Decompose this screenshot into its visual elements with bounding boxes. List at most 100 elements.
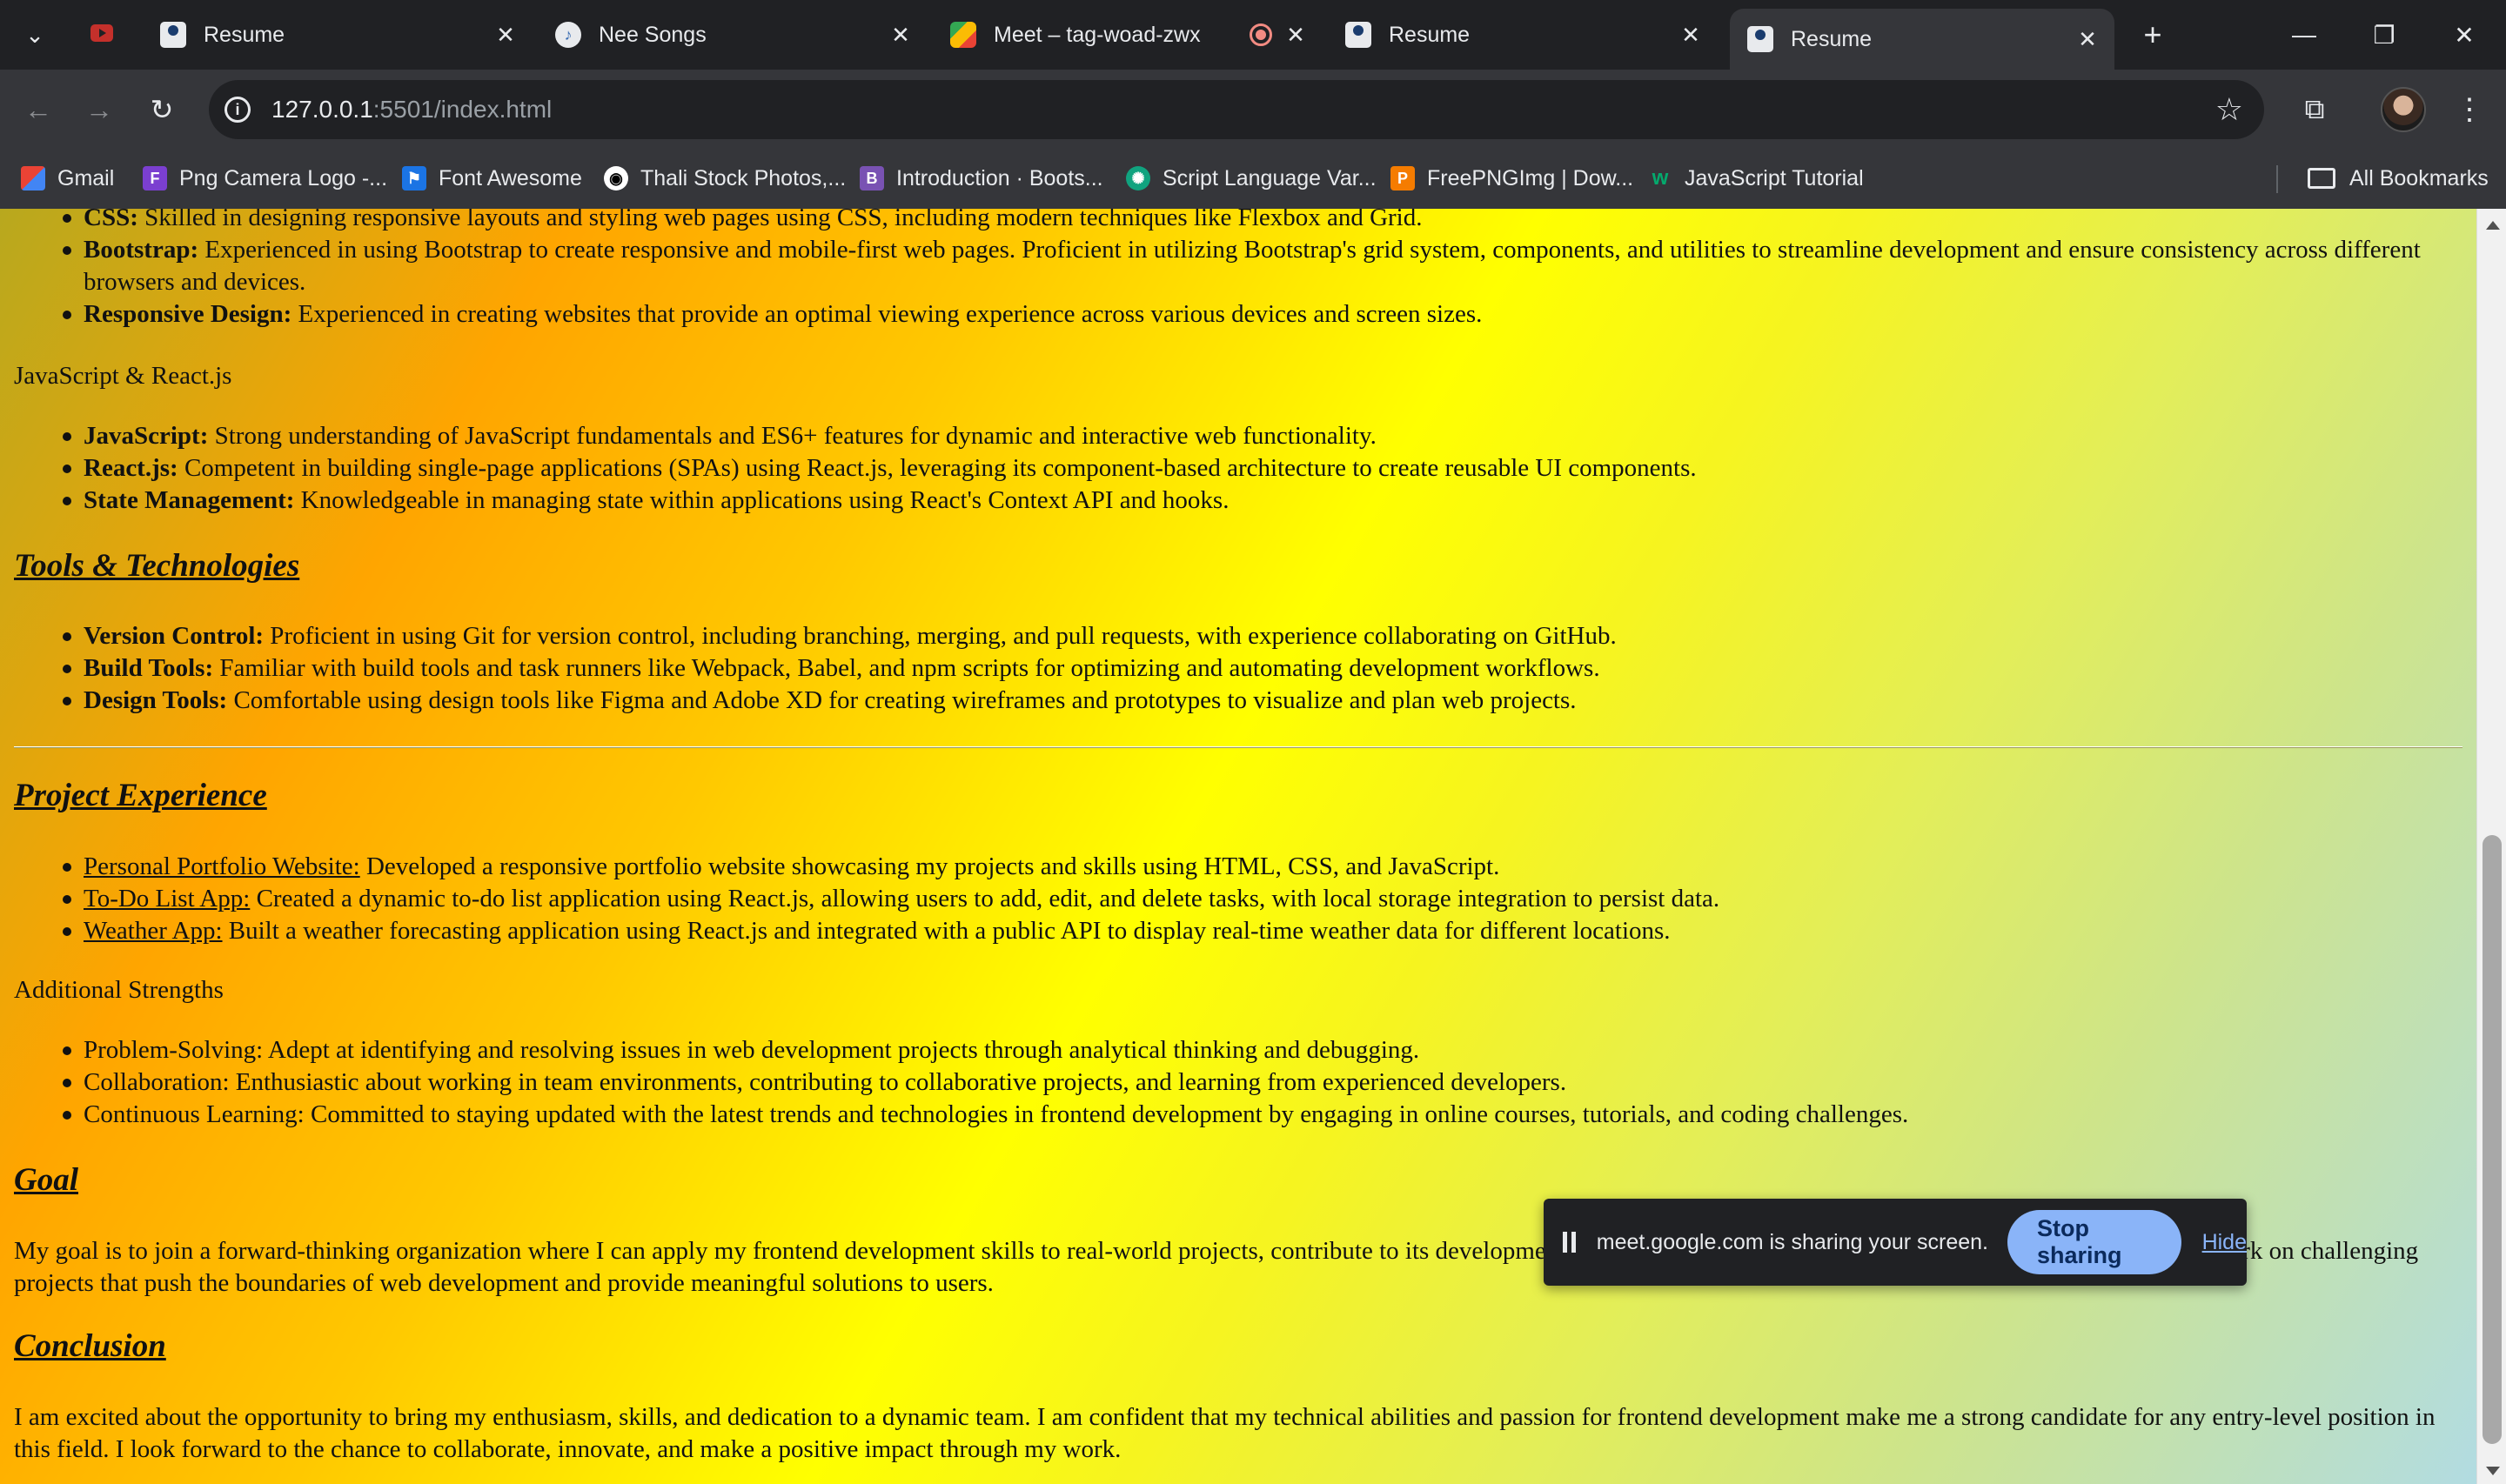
tab-meet[interactable]: Meet – tag-woad-zwx ✕ [933, 9, 1323, 61]
hide-banner-link[interactable]: Hide [2202, 1230, 2247, 1255]
back-button[interactable]: ← [17, 89, 59, 130]
list-item: CSS: Skilled in designing responsive lay… [0, 209, 2476, 234]
openai-icon: ✺ [1126, 166, 1150, 191]
close-window-button[interactable]: ✕ [2436, 12, 2492, 57]
bookmark-label: Introduction · Boots... [896, 165, 1103, 191]
reload-button[interactable]: ↻ [141, 89, 183, 130]
list-item: Weather App: Built a weather forecasting… [0, 915, 1754, 947]
list-item: Design Tools: Comfortable using design t… [0, 685, 1652, 717]
w3schools-icon: w [1652, 166, 1669, 190]
browser-toolbar: ← → ↻ i 127.0.0.1:5501/index.html ☆ ⧉ ⋮ [0, 70, 2506, 148]
new-tab-button[interactable]: + [2134, 17, 2172, 52]
project-heading: Project Experience [14, 778, 267, 813]
project-link-portfolio[interactable]: Personal Portfolio Website: [84, 852, 360, 880]
bookmark-label: Thali Stock Photos,... [640, 165, 847, 191]
strengths-subheading: Additional Strengths [14, 976, 224, 1004]
bookmark-freepngimg[interactable]: P FreePNGImg | Dow... [1390, 148, 1633, 209]
address-bar[interactable]: i 127.0.0.1:5501/index.html ☆ [209, 80, 2264, 139]
stop-sharing-button[interactable]: Stop sharing [2007, 1210, 2181, 1274]
bookmark-png-camera[interactable]: F Png Camera Logo -... [143, 148, 387, 209]
drag-handle-icon[interactable] [1563, 1232, 1576, 1253]
tools-list: Version Control: Proficient in using Git… [0, 620, 1652, 717]
f-logo-icon: F [143, 166, 167, 191]
tab-title: Resume [1389, 22, 1471, 47]
bookmark-bootstrap[interactable]: B Introduction · Boots... [860, 148, 1103, 209]
meet-icon [950, 22, 976, 48]
scroll-up-arrow-icon[interactable] [2486, 221, 2500, 230]
bookmarks-divider [2276, 165, 2278, 193]
bookmark-font-awesome[interactable]: ⚑ Font Awesome [402, 148, 582, 209]
forward-button[interactable]: → [78, 89, 120, 130]
tab-strip: ⌄ Resume ✕ ♪ Nee Songs ✕ Meet – tag-woad… [0, 0, 2506, 70]
restore-button[interactable]: ❐ [2356, 12, 2412, 57]
tab-resume-1[interactable]: Resume ✕ [143, 9, 533, 61]
bookmark-star-icon[interactable]: ☆ [2215, 92, 2243, 127]
tab-search-chevron-icon[interactable]: ⌄ [16, 16, 54, 54]
close-icon[interactable]: ✕ [886, 20, 915, 50]
close-icon[interactable]: ✕ [2073, 24, 2102, 54]
recording-icon [1250, 23, 1272, 46]
list-item: Collaboration: Enthusiastic about workin… [0, 1066, 1943, 1099]
scrollbar-thumb[interactable] [2483, 835, 2502, 1444]
person-icon [160, 22, 186, 48]
folder-icon [2308, 168, 2335, 189]
resume-page: CSS: Skilled in designing responsive lay… [0, 209, 2476, 1484]
css-skills-list: CSS: Skilled in designing responsive lay… [0, 209, 2476, 331]
list-item: React.js: Competent in building single-p… [0, 452, 1732, 485]
project-link-weather[interactable]: Weather App: [84, 917, 223, 945]
list-item: Personal Portfolio Website: Developed a … [0, 851, 1754, 883]
bookmark-label: Png Camera Logo -... [179, 165, 388, 191]
tab-resume-active[interactable]: Resume ✕ [1730, 9, 2114, 70]
freepng-icon: P [1390, 166, 1415, 191]
section-divider [14, 746, 2462, 748]
gmail-icon [21, 166, 45, 191]
all-bookmarks-label: All Bookmarks [2349, 165, 2489, 191]
vertical-scrollbar[interactable] [2476, 209, 2506, 1484]
person-icon [1747, 26, 1773, 52]
list-item: Version Control: Proficient in using Git… [0, 620, 1652, 652]
bookmark-label: Script Language Var... [1163, 165, 1377, 191]
tools-heading: Tools & Technologies [14, 548, 300, 584]
projects-list: Personal Portfolio Website: Developed a … [0, 851, 1754, 947]
close-icon[interactable]: ✕ [1281, 20, 1310, 50]
bookmark-label: Font Awesome [439, 165, 582, 191]
list-item: Responsive Design: Experienced in creati… [0, 298, 2476, 331]
list-item: Build Tools: Familiar with build tools a… [0, 652, 1652, 685]
list-item: To-Do List App: Created a dynamic to-do … [0, 883, 1754, 915]
bookmark-thali[interactable]: ◉ Thali Stock Photos,... [604, 148, 846, 209]
bookmark-javascript-tutorial[interactable]: w JavaScript Tutorial [1648, 148, 1864, 209]
js-subheading: JavaScript & React.js [14, 362, 232, 390]
all-bookmarks[interactable]: All Bookmarks [2308, 148, 2489, 209]
close-icon[interactable]: ✕ [1676, 20, 1705, 50]
list-item: Problem-Solving: Adept at identifying an… [0, 1034, 1943, 1066]
list-item: JavaScript: Strong understanding of Java… [0, 420, 1732, 452]
profile-avatar[interactable] [2381, 87, 2426, 132]
tab-title: Resume [1791, 26, 1873, 51]
list-item: State Management: Knowledgeable in manag… [0, 485, 1732, 517]
bookmark-gmail[interactable]: Gmail [21, 148, 114, 209]
url-text[interactable]: 127.0.0.1:5501/index.html [271, 96, 552, 124]
minimize-button[interactable]: — [2276, 12, 2332, 57]
youtube-pinned-tab-icon[interactable] [90, 24, 113, 42]
bookmark-label: JavaScript Tutorial [1685, 165, 1864, 191]
tab-resume-2[interactable]: Resume ✕ [1328, 9, 1718, 61]
tab-title: Resume [204, 22, 285, 47]
scroll-down-arrow-icon[interactable] [2486, 1467, 2500, 1475]
close-icon[interactable]: ✕ [491, 20, 520, 50]
bookmark-label: Gmail [57, 165, 115, 191]
screen-share-banner: meet.google.com is sharing your screen. … [1544, 1199, 2247, 1286]
site-info-icon[interactable]: i [224, 97, 251, 123]
flag-icon: ⚑ [402, 166, 426, 191]
project-link-todo[interactable]: To-Do List App: [84, 885, 250, 912]
person-icon [1345, 22, 1371, 48]
extensions-puzzle-icon[interactable]: ⧉ [2294, 89, 2335, 130]
js-skills-list: JavaScript: Strong understanding of Java… [0, 420, 1732, 517]
tab-nee-songs[interactable]: ♪ Nee Songs ✕ [538, 9, 928, 61]
tab-title: Nee Songs [599, 22, 707, 47]
menu-kebab-icon[interactable]: ⋮ [2452, 89, 2487, 130]
camera-icon: ◉ [604, 166, 628, 191]
goal-heading: Goal [14, 1162, 78, 1198]
list-item: Continuous Learning: Committed to stayin… [0, 1099, 1943, 1131]
conclusion-paragraph: I am excited about the opportunity to br… [14, 1403, 2436, 1463]
bookmark-script-language[interactable]: ✺ Script Language Var... [1126, 148, 1377, 209]
